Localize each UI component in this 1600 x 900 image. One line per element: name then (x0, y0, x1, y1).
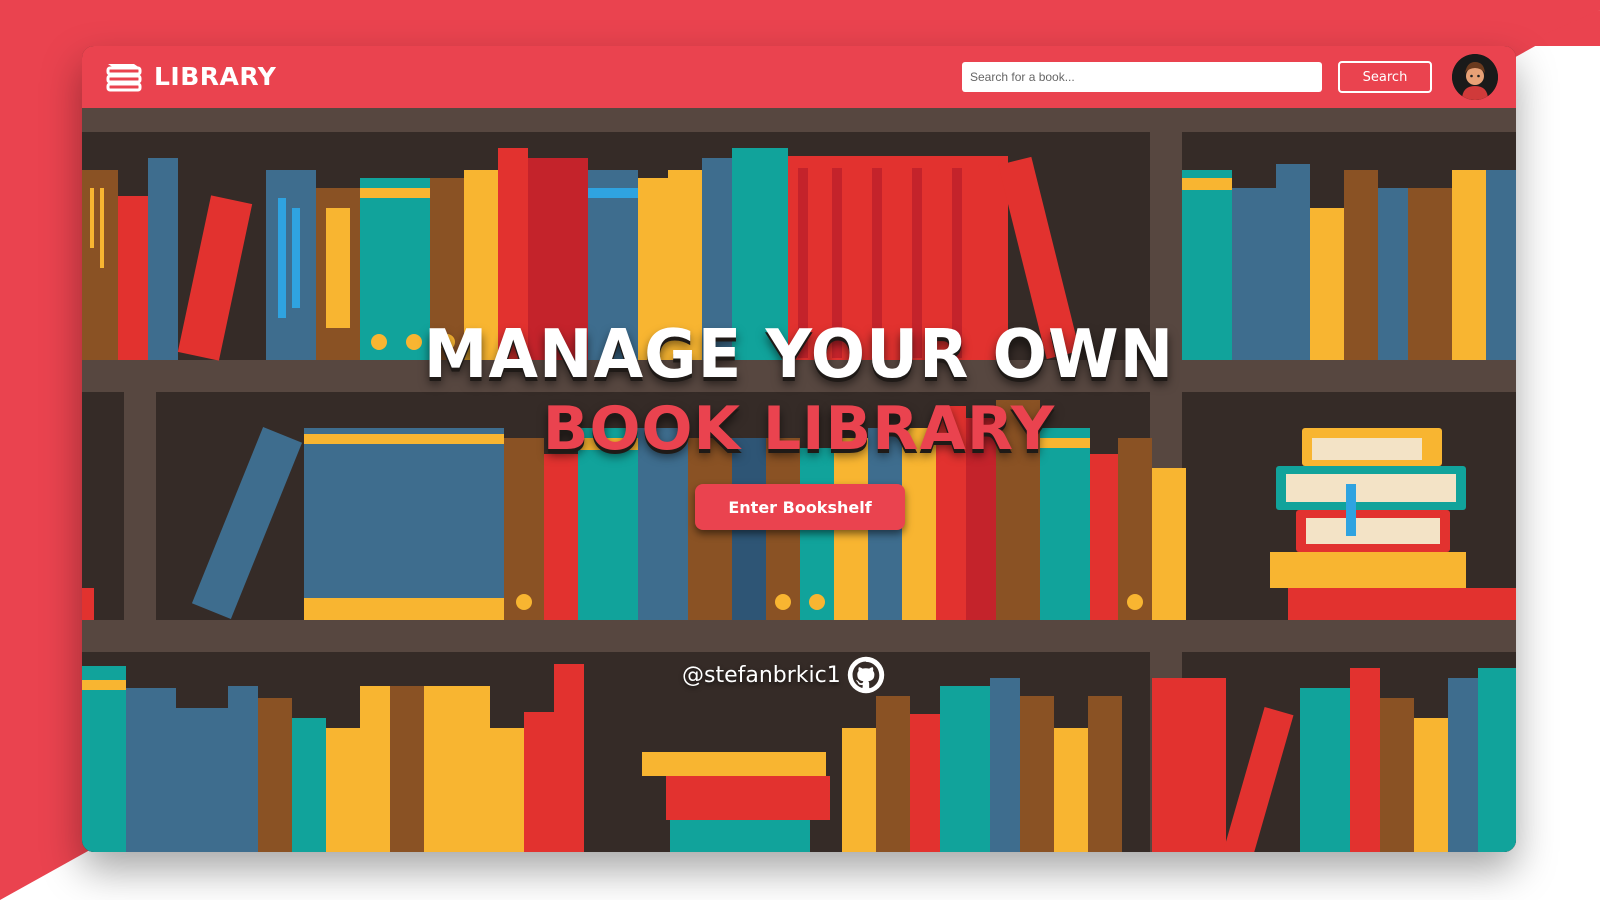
books-stack-icon (106, 64, 142, 92)
github-icon (847, 656, 884, 694)
hero-title-line1: MANAGE YOUR OWN (423, 316, 1175, 394)
search-input[interactable] (962, 62, 1322, 92)
bookshelf-illustration (82, 108, 1516, 852)
user-avatar-icon[interactable] (1452, 54, 1498, 100)
github-handle: @stefanbrkic1 (682, 662, 841, 688)
search-button[interactable]: Search (1338, 61, 1432, 93)
brand-name: LIBRARY (154, 61, 277, 91)
hero-title-line2: BOOK LIBRARY (542, 394, 1056, 464)
enter-bookshelf-button[interactable]: Enter Bookshelf (695, 484, 905, 530)
logo[interactable]: LIBRARY (104, 60, 276, 92)
github-link[interactable]: @stefanbrkic1 (682, 656, 885, 694)
navbar: LIBRARY Search (82, 46, 1516, 108)
app-window: LIBRARY Search for a book... Search MANA… (82, 46, 1516, 852)
